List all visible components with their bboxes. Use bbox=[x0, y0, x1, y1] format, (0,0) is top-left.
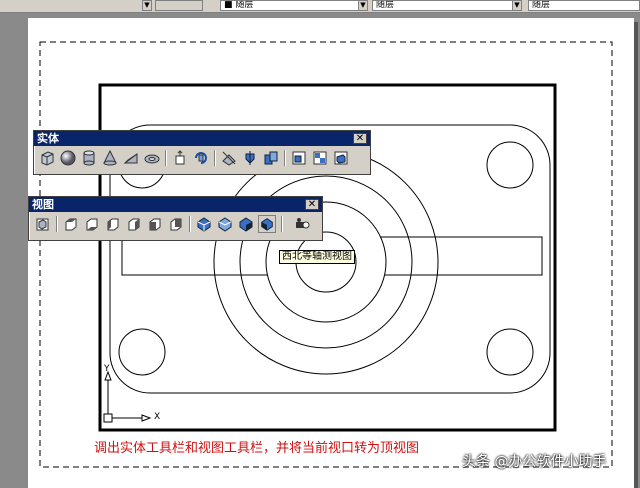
solids-toolbar-title: 实体 bbox=[37, 132, 59, 145]
nw-isometric-tooltip: 西北等轴测视图 bbox=[279, 250, 355, 264]
back-view-icon[interactable] bbox=[167, 215, 185, 233]
separator bbox=[214, 150, 216, 166]
separator bbox=[281, 216, 283, 232]
setup-profile-icon[interactable] bbox=[332, 149, 350, 167]
hole-top-right bbox=[486, 141, 534, 189]
bottom-view-icon[interactable] bbox=[83, 215, 101, 233]
view-toolbar[interactable]: 视图 ✕ bbox=[28, 196, 323, 241]
setup-view-icon[interactable] bbox=[311, 149, 329, 167]
sw-isometric-icon[interactable] bbox=[195, 215, 213, 233]
extrude-icon[interactable] bbox=[171, 149, 189, 167]
view-toolbar-title: 视图 bbox=[32, 198, 54, 211]
camera-icon[interactable] bbox=[293, 215, 311, 233]
solids-toolbar-buttons bbox=[34, 146, 370, 170]
se-isometric-icon[interactable] bbox=[216, 215, 234, 233]
close-icon[interactable]: ✕ bbox=[305, 199, 319, 210]
box-icon[interactable] bbox=[38, 149, 56, 167]
cylinder-icon[interactable] bbox=[80, 149, 98, 167]
solids-toolbar-titlebar[interactable]: 实体 ✕ bbox=[34, 131, 370, 146]
revolve-icon[interactable] bbox=[192, 149, 210, 167]
solids-toolbar[interactable]: 实体 ✕ bbox=[33, 130, 371, 175]
setup-drawing-icon[interactable] bbox=[290, 149, 308, 167]
ucs-y-label: Y bbox=[104, 364, 110, 374]
separator bbox=[189, 216, 191, 232]
instruction-caption: 调出实体工具栏和视图工具栏，并将当前视口转为顶视图 bbox=[94, 441, 420, 456]
watermark: 头条 @办公软件小助手 bbox=[462, 454, 607, 470]
right-view-icon[interactable] bbox=[125, 215, 143, 233]
cone-icon[interactable] bbox=[101, 149, 119, 167]
top-view-icon[interactable] bbox=[62, 215, 80, 233]
torus-icon[interactable] bbox=[143, 149, 161, 167]
slice-icon[interactable] bbox=[220, 149, 238, 167]
nw-isometric-icon[interactable] bbox=[258, 215, 276, 233]
ucs-x-label: X bbox=[154, 412, 161, 422]
named-views-icon[interactable] bbox=[34, 215, 52, 233]
close-icon[interactable]: ✕ bbox=[353, 133, 367, 144]
sphere-icon[interactable] bbox=[59, 149, 77, 167]
ne-isometric-icon[interactable] bbox=[237, 215, 255, 233]
separator bbox=[284, 150, 286, 166]
separator bbox=[56, 216, 58, 232]
front-view-icon[interactable] bbox=[146, 215, 164, 233]
left-view-icon[interactable] bbox=[104, 215, 122, 233]
view-toolbar-titlebar[interactable]: 视图 ✕ bbox=[29, 197, 322, 212]
separator bbox=[165, 150, 167, 166]
view-toolbar-buttons bbox=[29, 212, 322, 236]
wedge-icon[interactable] bbox=[122, 149, 140, 167]
ucs-icon bbox=[103, 370, 152, 423]
section-icon[interactable] bbox=[241, 149, 259, 167]
hole-bottom-left bbox=[118, 328, 166, 376]
interference-icon[interactable] bbox=[262, 149, 280, 167]
hole-bottom-right bbox=[486, 328, 534, 376]
